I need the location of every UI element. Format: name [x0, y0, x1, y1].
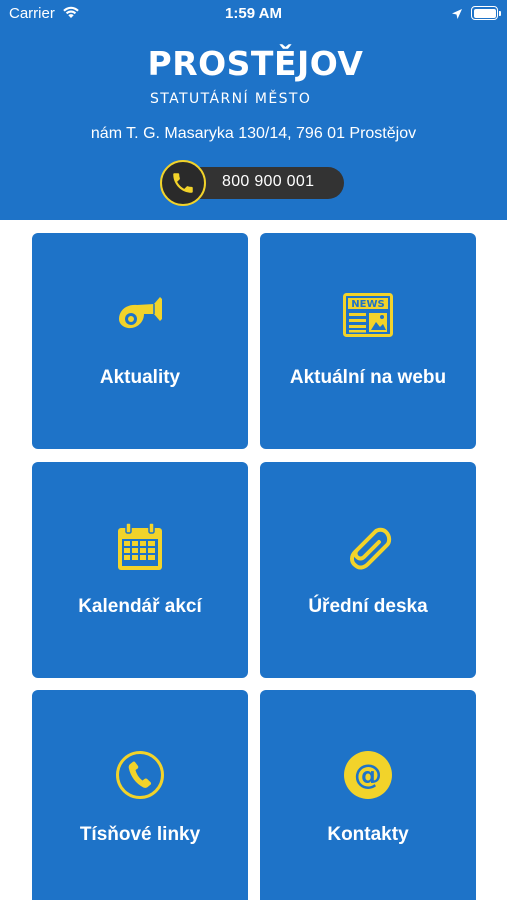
call-button[interactable]: 800 900 001 [160, 160, 344, 206]
tile-label: Aktuální na webu [289, 367, 447, 388]
header: Carrier 1:59 AM PROSTĚJOV STATUTÁRNÍ MĚS… [0, 0, 507, 220]
svg-text:NEWS: NEWS [351, 299, 384, 310]
tile-aktuality[interactable]: Aktuality [32, 233, 248, 449]
tile-label: Úřední deska [308, 596, 428, 617]
tile-label: Aktuality [99, 367, 181, 388]
tile-kontakty[interactable]: @ Kontakty [260, 690, 476, 900]
paperclip-icon [260, 522, 476, 572]
location-arrow-icon [451, 7, 463, 25]
tile-tisnove-linky[interactable]: Tísňové linky [32, 690, 248, 900]
phone-icon[interactable] [160, 160, 206, 206]
clock: 1:59 AM [225, 5, 282, 22]
svg-text:@: @ [354, 758, 382, 791]
at-sign-icon: @ [260, 750, 476, 800]
address: nám T. G. Masaryka 130/14, 796 01 Prostě… [90, 125, 417, 142]
tile-label: Kontakty [327, 824, 409, 845]
tile-aktualni-na-webu[interactable]: NEWS Aktuální na webu [260, 233, 476, 449]
tile-label: Tísňové linky [79, 824, 201, 845]
city-subtitle: STATUTÁRNÍ MĚSTO [150, 91, 312, 107]
newspaper-icon: NEWS [260, 293, 476, 337]
tile-uredni-deska[interactable]: Úřední deska [260, 462, 476, 678]
calendar-icon [32, 522, 248, 572]
status-bar: Carrier 1:59 AM [0, 0, 507, 28]
post-horn-icon [32, 293, 248, 333]
city-title: PROSTĚJOV [147, 44, 364, 83]
tile-kalendar-akci[interactable]: Kalendář akcí [32, 462, 248, 678]
tile-label: Kalendář akcí [78, 596, 202, 617]
phone-number[interactable]: 800 900 001 [222, 173, 314, 191]
emergency-phone-icon [32, 750, 248, 800]
battery-icon [471, 6, 501, 20]
